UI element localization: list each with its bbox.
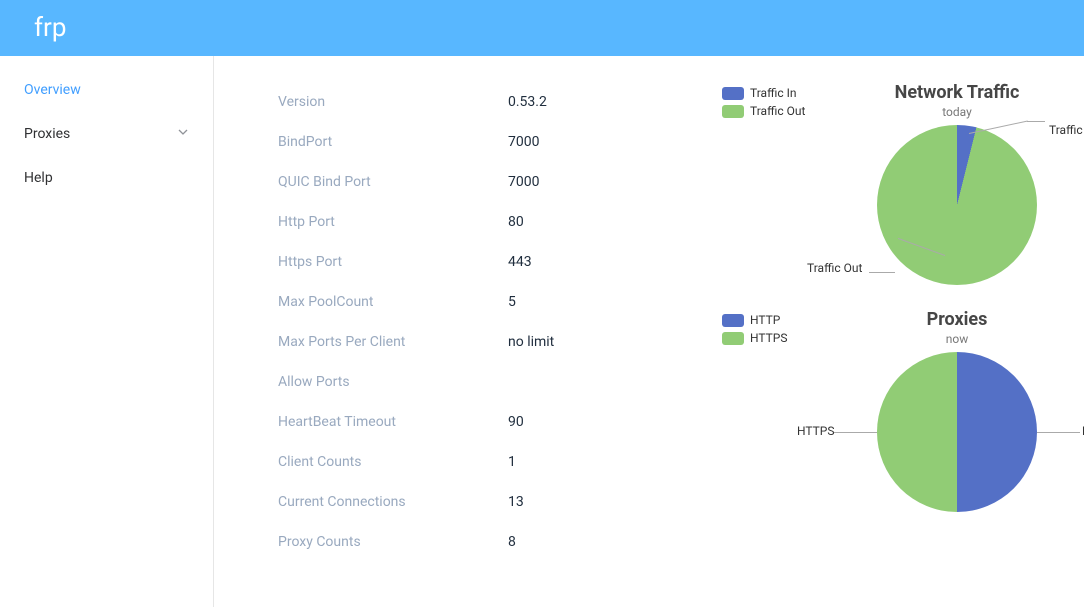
legend-item-traffic-in[interactable]: Traffic In — [722, 86, 842, 100]
info-label: Max Ports Per Client — [278, 334, 508, 350]
pie-label-https: HTTPS — [797, 424, 835, 438]
info-value: 7000 — [508, 174, 539, 190]
info-row: Allow Ports — [278, 362, 698, 402]
sidebar-item-label: Help — [24, 170, 53, 186]
info-row: Max Ports Per Clientno limit — [278, 322, 698, 362]
chart-legend: Traffic In Traffic Out — [722, 82, 842, 289]
info-row: HeartBeat Timeout90 — [278, 402, 698, 442]
topbar: frp — [0, 0, 1084, 56]
info-label: QUIC Bind Port — [278, 174, 508, 190]
info-row: Http Port80 — [278, 202, 698, 242]
info-table: Version0.53.2 BindPort7000 QUIC Bind Por… — [278, 82, 698, 587]
info-label: Client Counts — [278, 454, 508, 470]
info-row: Version0.53.2 — [278, 82, 698, 122]
info-value: 7000 — [508, 134, 539, 150]
chart-title: Proxies — [850, 309, 1064, 330]
legend-swatch-icon — [722, 314, 744, 327]
info-value: 8 — [508, 534, 516, 550]
info-label: Max PoolCount — [278, 294, 508, 310]
info-row: Proxy Counts8 — [278, 522, 698, 562]
info-label: Allow Ports — [278, 374, 508, 390]
info-value: 0.53.2 — [508, 94, 547, 110]
chart-title: Network Traffic — [850, 82, 1064, 103]
chart-legend: HTTP HTTPS — [722, 309, 842, 516]
info-value: 5 — [508, 294, 516, 310]
info-label: Current Connections — [278, 494, 508, 510]
info-row: Max PoolCount5 — [278, 282, 698, 322]
pie-label-traffic-in: Traffic In — [1049, 123, 1084, 137]
chart-proxies: HTTP HTTPS Proxies now HTTP HT — [722, 309, 1064, 516]
legend-swatch-icon — [722, 332, 744, 345]
pie-chart[interactable]: HTTP HTTPS — [877, 352, 1037, 512]
legend-label: HTTPS — [750, 331, 788, 345]
info-row: Client Counts1 — [278, 442, 698, 482]
info-value: 443 — [508, 254, 532, 270]
legend-label: Traffic In — [750, 86, 796, 100]
brand-title: frp — [34, 13, 66, 43]
chart-subtitle: now — [850, 332, 1064, 346]
info-row: BindPort7000 — [278, 122, 698, 162]
sidebar-item-proxies[interactable]: Proxies — [0, 112, 213, 156]
info-label: Https Port — [278, 254, 508, 270]
legend-label: HTTP — [750, 313, 780, 327]
legend-swatch-icon — [722, 87, 744, 100]
info-label: Http Port — [278, 214, 508, 230]
info-label: Proxy Counts — [278, 534, 508, 550]
sidebar-item-help[interactable]: Help — [0, 156, 213, 200]
info-row: Current Connections13 — [278, 482, 698, 522]
chart-subtitle: today — [850, 105, 1064, 119]
chevron-down-icon — [177, 126, 189, 142]
info-row: QUIC Bind Port7000 — [278, 162, 698, 202]
info-label: HeartBeat Timeout — [278, 414, 508, 430]
info-value: 90 — [508, 414, 524, 430]
info-value: 80 — [508, 214, 524, 230]
chart-network-traffic: Traffic In Traffic Out Network Traffic t… — [722, 82, 1064, 289]
legend-item-traffic-out[interactable]: Traffic Out — [722, 104, 842, 118]
legend-label: Traffic Out — [750, 104, 805, 118]
legend-item-http[interactable]: HTTP — [722, 313, 842, 327]
pie-chart[interactable]: Traffic In Traffic Out — [877, 125, 1037, 285]
info-label: BindPort — [278, 134, 508, 150]
info-value: 13 — [508, 494, 524, 510]
info-row: Https Port443 — [278, 242, 698, 282]
info-value: 1 — [508, 454, 516, 470]
pie-label-traffic-out: Traffic Out — [807, 261, 862, 275]
sidebar-item-overview[interactable]: Overview — [0, 68, 213, 112]
sidebar-item-label: Overview — [24, 82, 81, 98]
legend-swatch-icon — [722, 105, 744, 118]
info-label: Version — [278, 94, 508, 110]
sidebar: Overview Proxies Help — [0, 56, 214, 607]
info-value: no limit — [508, 334, 554, 350]
sidebar-item-label: Proxies — [24, 126, 70, 142]
legend-item-https[interactable]: HTTPS — [722, 331, 842, 345]
